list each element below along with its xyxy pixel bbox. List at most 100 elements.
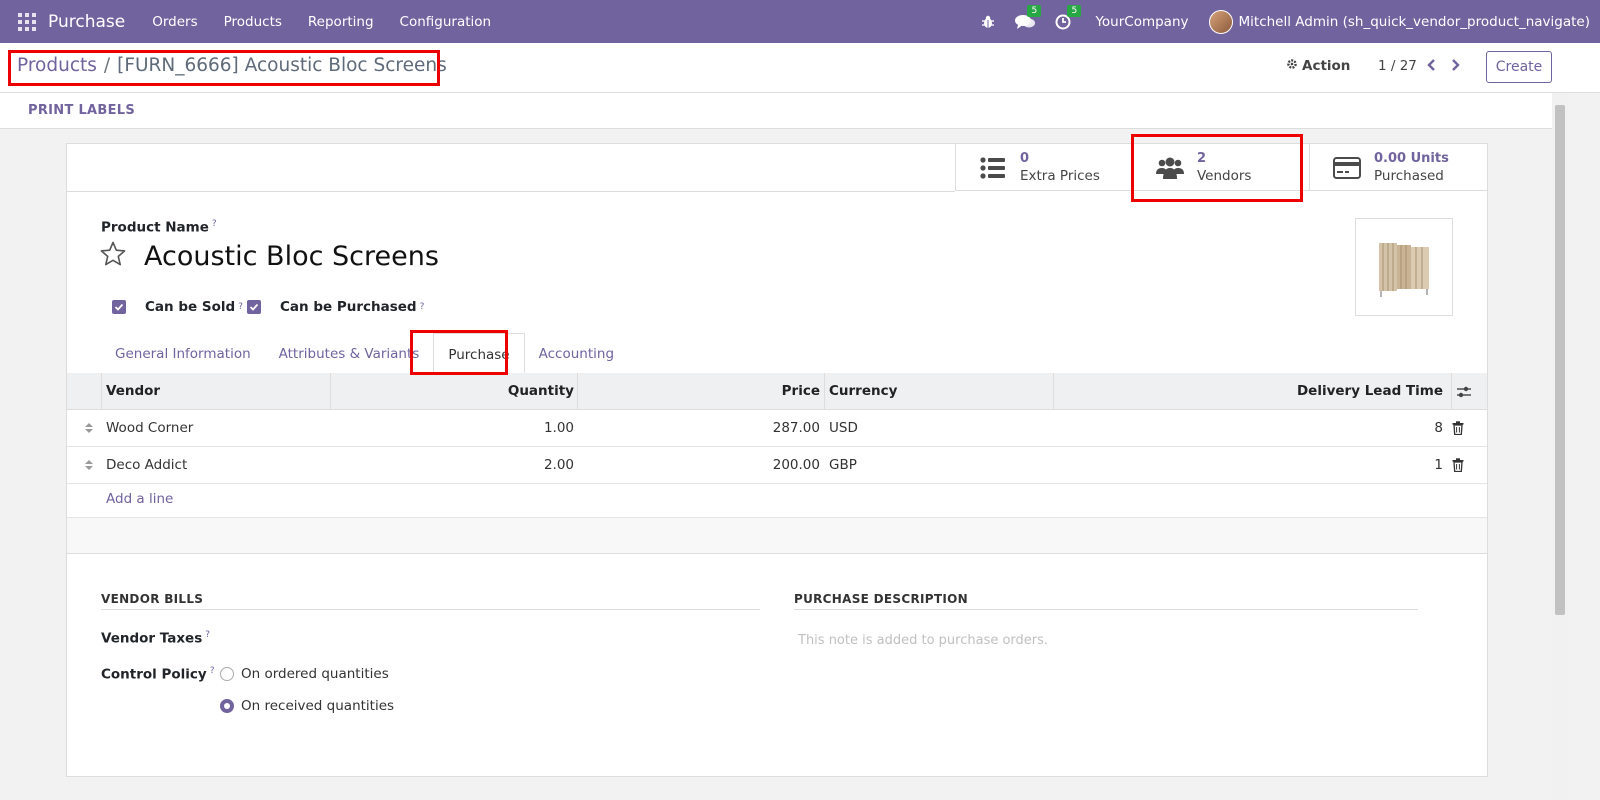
help-tooltip-icon[interactable]: ?	[238, 302, 243, 312]
action-menu-button[interactable]: Action	[1286, 58, 1350, 74]
cell-quantity[interactable]: 2.00	[330, 447, 574, 484]
cell-currency[interactable]: USD	[829, 410, 858, 447]
column-divider	[1451, 373, 1452, 410]
chevron-left-icon[interactable]	[1426, 58, 1436, 76]
can-be-purchased-label: Can be Purchased	[280, 299, 417, 315]
purchased-label: Purchased	[1374, 167, 1444, 184]
extra-prices-smart-button[interactable]: 0 Extra Prices	[955, 144, 1132, 191]
purchase-description-field[interactable]: This note is added to purchase orders.	[798, 633, 1048, 648]
menu-configuration[interactable]: Configuration	[387, 14, 505, 30]
user-menu[interactable]: Mitchell Admin (sh_quick_vendor_product_…	[1239, 14, 1591, 30]
help-tooltip-icon[interactable]: ?	[212, 219, 217, 229]
add-a-line-link[interactable]: Add a line	[106, 491, 173, 507]
menu-orders[interactable]: Orders	[139, 14, 210, 30]
action-label: Action	[1302, 58, 1351, 74]
menu-reporting[interactable]: Reporting	[295, 14, 387, 30]
vendor-bills-section-title: VENDOR BILLS	[101, 592, 760, 610]
product-name-label-text: Product Name	[101, 219, 209, 236]
app-grid-icon[interactable]	[18, 12, 36, 31]
purchase-tab-highlight-box	[410, 330, 508, 375]
purchase-description-section-title: PURCHASE DESCRIPTION	[794, 592, 1418, 610]
can-be-sold-field: Can be Sold?	[112, 299, 243, 315]
cell-vendor[interactable]: Wood Corner	[106, 410, 193, 447]
activities-clock-icon[interactable]: 5	[1055, 4, 1082, 30]
messages-icon[interactable]: 5	[1015, 4, 1042, 30]
debug-bug-icon[interactable]	[981, 15, 995, 29]
vendor-taxes-label-text: Vendor Taxes	[101, 630, 203, 647]
column-price[interactable]: Price	[577, 373, 820, 410]
vendors-highlight-box	[1131, 134, 1303, 202]
column-divider	[101, 373, 102, 410]
company-switcher[interactable]: YourCompany	[1095, 14, 1188, 30]
cell-vendor[interactable]: Deco Addict	[106, 447, 187, 484]
cell-delivery-lead-time[interactable]: 8	[1053, 410, 1443, 447]
chevron-right-icon[interactable]	[1451, 58, 1461, 76]
trash-icon[interactable]	[1452, 421, 1464, 439]
control-policy-label-text: Control Policy	[101, 666, 207, 683]
page-scrollbar[interactable]	[1552, 93, 1568, 800]
control-policy-label: Control Policy?	[101, 666, 215, 682]
messages-count-badge: 5	[1027, 4, 1042, 17]
column-quantity[interactable]: Quantity	[330, 373, 574, 410]
favorite-star-icon[interactable]	[99, 240, 127, 272]
scrollbar-thumb[interactable]	[1555, 105, 1565, 615]
column-divider	[824, 373, 825, 410]
purchased-smart-button[interactable]: 0.00 Units Purchased	[1309, 144, 1486, 191]
table-footer	[67, 518, 1487, 554]
user-avatar[interactable]	[1208, 9, 1233, 34]
drag-handle-icon[interactable]	[84, 421, 94, 439]
extra-prices-count: 0	[1020, 150, 1030, 166]
form-sheet: 0 Extra Prices 2 Vendors 0.00 Units Purc…	[66, 143, 1488, 777]
cell-delivery-lead-time[interactable]: 1	[1053, 447, 1443, 484]
activities-count-badge: 5	[1067, 4, 1082, 17]
trash-icon[interactable]	[1452, 458, 1464, 476]
app-name[interactable]: Purchase	[48, 12, 125, 32]
product-name-field[interactable]: Acoustic Bloc Screens	[144, 241, 439, 272]
cell-quantity[interactable]: 1.00	[330, 410, 574, 447]
radio-received-quantities[interactable]: On received quantities	[220, 698, 394, 714]
navbar-systray: 5 5 YourCompany Mitchell Admin (sh_quick…	[971, 0, 1600, 43]
credit-card-icon	[1332, 156, 1362, 179]
create-button[interactable]: Create	[1486, 51, 1552, 83]
can-be-purchased-checkbox[interactable]	[247, 300, 261, 314]
list-icon	[978, 156, 1008, 179]
pager-value[interactable]: 1 / 27	[1378, 58, 1417, 74]
cell-price[interactable]: 287.00	[577, 410, 820, 447]
can-be-purchased-field: Can be Purchased?	[247, 299, 424, 315]
top-navbar: Purchase Orders Products Reporting Confi…	[0, 0, 1600, 43]
can-be-sold-checkbox[interactable]	[112, 300, 126, 314]
extra-prices-label: Extra Prices	[1020, 167, 1100, 184]
help-tooltip-icon[interactable]: ?	[420, 302, 425, 312]
column-vendor[interactable]: Vendor	[106, 373, 160, 410]
cell-price[interactable]: 200.00	[577, 447, 820, 484]
cell-currency[interactable]: GBP	[829, 447, 857, 484]
status-bar: PRINT LABELS	[0, 93, 1552, 129]
product-image[interactable]	[1355, 218, 1453, 316]
menu-products[interactable]: Products	[211, 14, 295, 30]
gear-icon	[1286, 58, 1298, 74]
main-menu: Orders Products Reporting Configuration	[139, 14, 504, 30]
print-labels-button[interactable]: PRINT LABELS	[28, 103, 135, 118]
vendor-taxes-label: Vendor Taxes?	[101, 630, 210, 646]
drag-handle-icon[interactable]	[84, 458, 94, 476]
tab-accounting[interactable]: Accounting	[525, 333, 628, 373]
radio-ordered-label: On ordered quantities	[241, 666, 389, 682]
product-name-label: Product Name?	[101, 219, 217, 235]
help-tooltip-icon[interactable]: ?	[210, 666, 215, 676]
column-delivery-lead-time[interactable]: Delivery Lead Time	[1053, 373, 1443, 410]
sheet-header-divider	[67, 191, 955, 192]
table-row[interactable]: Wood Corner 1.00 287.00 USD 8	[67, 410, 1487, 447]
radio-circle-selected[interactable]	[220, 699, 234, 713]
tab-attributes-variants[interactable]: Attributes & Variants	[265, 333, 434, 373]
vendor-table-header: Vendor Quantity Price Currency Delivery …	[67, 373, 1487, 410]
column-currency[interactable]: Currency	[829, 373, 897, 410]
table-row[interactable]: Deco Addict 2.00 200.00 GBP 1	[67, 447, 1487, 484]
tab-general-information[interactable]: General Information	[101, 333, 265, 373]
optional-columns-toggle-icon[interactable]	[1456, 385, 1472, 403]
radio-received-label: On received quantities	[241, 698, 395, 714]
can-be-sold-label: Can be Sold	[145, 299, 236, 315]
notebook-tabs: General Information Attributes & Variant…	[101, 333, 628, 373]
radio-ordered-quantities[interactable]: On ordered quantities	[220, 666, 389, 682]
help-tooltip-icon[interactable]: ?	[205, 630, 210, 640]
radio-circle[interactable]	[220, 667, 234, 681]
